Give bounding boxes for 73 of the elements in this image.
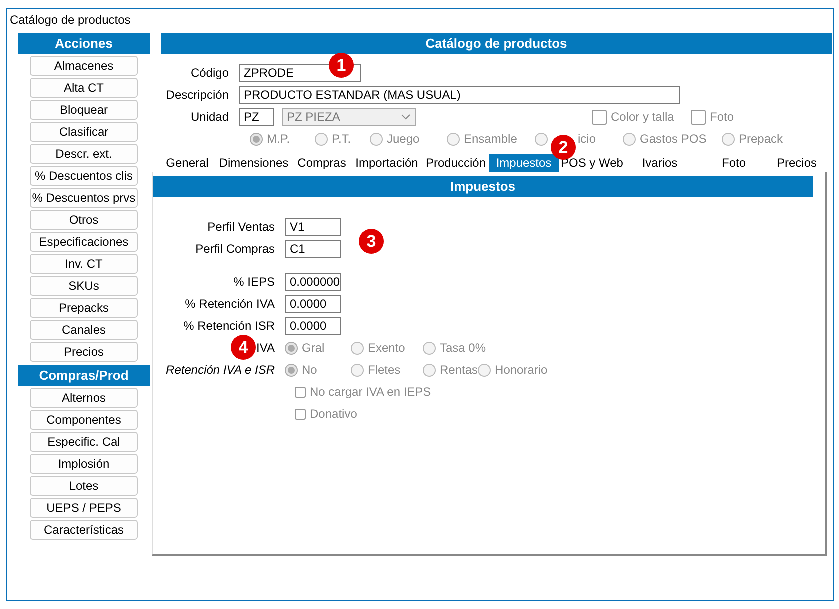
tab[interactable]: Precios [769, 154, 825, 172]
checkbox-option[interactable]: Foto [691, 108, 734, 126]
radio-option[interactable]: M.P. [250, 130, 315, 148]
tab[interactable]: Compras [293, 154, 351, 172]
sidebar-button[interactable]: Otros [30, 210, 138, 230]
field-label: Descripción [165, 87, 230, 104]
checkbox-option[interactable]: Color y talla [592, 108, 691, 126]
radio-option[interactable]: Gastos POS [623, 130, 722, 148]
sidebar-button[interactable]: Inv. CT [30, 254, 138, 274]
text-field[interactable]: C1 [285, 240, 341, 258]
sidebar-button[interactable]: Almacenes [30, 56, 138, 76]
sidebar-button[interactable]: Clasificar [30, 122, 138, 142]
radio-option[interactable]: Tasa 0% [423, 339, 486, 357]
window-title: Catálogo de productos [10, 13, 131, 27]
field-label: IVA [256, 341, 275, 355]
radio-option[interactable]: No [285, 361, 351, 379]
radio-option[interactable]: Rentas [423, 361, 478, 379]
sidebar-button[interactable]: Especificaciones [30, 232, 138, 252]
tab[interactable]: General [160, 154, 215, 172]
section-header: Compras/Prod [18, 365, 150, 386]
sidebar-button[interactable]: Alternos [30, 388, 138, 408]
annotation-marker: 2 [551, 135, 576, 160]
field-label: % Retención IVA [184, 296, 276, 313]
field-label: Retención IVA e ISR [166, 363, 275, 377]
panel-header: Catálogo de productos [161, 33, 832, 54]
field-label: Perfil Ventas [206, 219, 276, 236]
sidebar-button[interactable]: Canales [30, 320, 138, 340]
field-label: % IEPS [232, 274, 276, 291]
radio-option[interactable]: Prepack [722, 130, 784, 148]
panel-header: Impuestos [153, 176, 813, 197]
field-label: Código [190, 65, 230, 82]
sidebar-button[interactable]: UEPS / PEPS [30, 498, 138, 518]
radio-option[interactable]: Ensamble [447, 130, 535, 148]
tab[interactable]: Importación [351, 154, 423, 172]
text-field[interactable]: 0.0000 [285, 295, 341, 313]
sidebar-button[interactable]: Prepacks [30, 298, 138, 318]
tab[interactable]: Impuestos [489, 154, 559, 172]
checkbox-option[interactable]: Donativo [295, 405, 358, 423]
field-label: Unidad [190, 109, 230, 126]
unit-dropdown[interactable]: PZ PIEZA [282, 108, 416, 126]
tab[interactable]: Dimensiones [215, 154, 293, 172]
text-field[interactable]: PRODUCTO ESTANDAR (MAS USUAL) [239, 86, 680, 104]
text-field[interactable]: PZ [239, 108, 274, 126]
sidebar-button[interactable]: SKUs [30, 276, 138, 296]
radio-option[interactable]: Exento [351, 339, 423, 357]
sidebar-button[interactable]: Bloquear [30, 100, 138, 120]
field-label: Perfil Compras [194, 241, 276, 258]
sidebar-button[interactable]: Descr. ext. [30, 144, 138, 164]
radio-option[interactable]: P.T. [315, 130, 370, 148]
checkbox-option[interactable]: No cargar IVA en IEPS [295, 383, 432, 401]
sidebar-button[interactable]: Especific. Cal [30, 432, 138, 452]
sidebar-button[interactable]: Características [30, 520, 138, 540]
field-label: % Retención ISR [182, 318, 276, 335]
chevron-icon [401, 114, 411, 120]
sidebar-button[interactable]: % Descuentos prvs [30, 188, 138, 208]
annotation-marker: 3 [359, 229, 384, 254]
sidebar-button[interactable]: Implosión [30, 454, 138, 474]
sidebar-button[interactable]: Componentes [30, 410, 138, 430]
text-field[interactable]: V1 [285, 218, 341, 236]
sidebar-button[interactable]: Lotes [30, 476, 138, 496]
tab[interactable]: Foto [699, 154, 769, 172]
radio-option[interactable]: Honorario [478, 361, 548, 379]
annotation-marker: 4 [231, 335, 256, 360]
text-field[interactable]: 0.0000 [285, 317, 341, 335]
radio-option[interactable]: Juego [370, 130, 447, 148]
sidebar-button[interactable]: % Descuentos clis [30, 166, 138, 186]
sidebar-button[interactable]: Alta CT [30, 78, 138, 98]
radio-option[interactable]: Gral [285, 339, 351, 357]
tab[interactable]: Producción [423, 154, 489, 172]
text-field[interactable]: 0.000000 [285, 273, 341, 291]
sidebar-button[interactable]: Precios [30, 342, 138, 362]
section-header: Acciones [18, 33, 150, 54]
radio-option[interactable]: Fletes [351, 361, 423, 379]
